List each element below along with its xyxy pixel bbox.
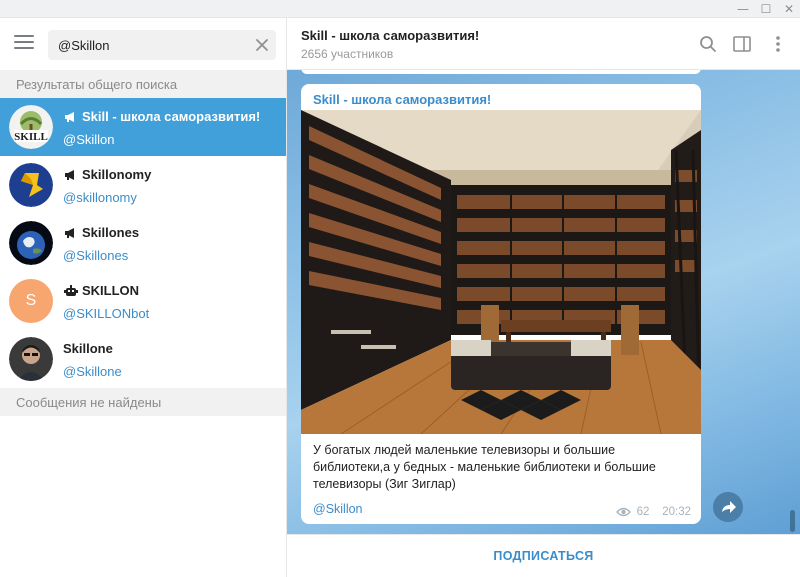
subscribe-button[interactable]: ПОДПИСАТЬСЯ xyxy=(287,535,800,577)
bot-icon xyxy=(64,285,78,296)
more-options-icon[interactable] xyxy=(767,33,789,55)
chat-member-count: 2656 участников xyxy=(301,47,394,61)
megaphone-icon xyxy=(65,112,74,122)
chat-title[interactable]: Skill - школа саморазвития! xyxy=(301,28,479,43)
sidebar-toggle-icon[interactable] xyxy=(731,33,753,55)
left-panel: Результаты общего поиска SKILL Skill - ш… xyxy=(0,18,287,577)
search-result-skillone[interactable]: Skillone @Skillone xyxy=(0,330,286,388)
share-forward-icon[interactable] xyxy=(713,492,743,522)
search-icon[interactable] xyxy=(697,33,719,55)
search-input[interactable] xyxy=(58,36,248,54)
post-time: 20:32 xyxy=(662,506,691,518)
global-results-header: Результаты общего поиска xyxy=(0,70,286,98)
search-result-skillon-bot[interactable]: S SKILLON @SKILLONbot xyxy=(0,272,286,330)
post-link[interactable]: @Skillon xyxy=(313,502,363,516)
person-photo-avatar xyxy=(9,337,53,381)
search-result-skillones[interactable]: Skillones @Skillones xyxy=(0,214,286,272)
library-room-photo[interactable] xyxy=(301,110,701,434)
letter-avatar: S xyxy=(9,279,53,323)
result-handle: @Skillone xyxy=(63,364,122,379)
messages-not-found-header: Сообщения не найдены xyxy=(0,388,286,416)
chat-scrollbar[interactable] xyxy=(790,510,795,532)
post-meta: 62 20:32 xyxy=(616,506,691,518)
views-eye-icon xyxy=(616,507,632,517)
clear-search-icon[interactable] xyxy=(252,35,272,55)
result-handle: @skillonomy xyxy=(63,190,137,205)
skill-logo-avatar: SKILL xyxy=(9,105,53,149)
result-handle: @Skillon xyxy=(63,132,115,147)
post-views: 62 xyxy=(636,506,650,518)
megaphone-icon xyxy=(65,170,74,180)
result-title: Skillonomy xyxy=(63,167,151,182)
post-text: У богатых людей маленькие телевизоры и б… xyxy=(313,443,656,491)
result-title: Skillone xyxy=(63,341,113,356)
channel-post[interactable]: Skill - школа саморазвития! У богатых лю… xyxy=(301,84,701,524)
result-title: SKILLON xyxy=(63,283,139,298)
result-title: Skill - школа саморазвития! xyxy=(63,109,260,124)
maximize-button[interactable]: ☐ xyxy=(758,2,774,16)
earth-avatar xyxy=(9,221,53,265)
minimize-button[interactable]: — xyxy=(735,2,751,16)
result-handle: @SKILLONbot xyxy=(63,306,150,321)
skillonomy-logo-avatar xyxy=(9,163,53,207)
result-handle: @Skillones xyxy=(63,248,129,263)
search-result-skill[interactable]: SKILL Skill - школа саморазвития! @Skill… xyxy=(0,98,286,156)
megaphone-icon xyxy=(65,228,74,238)
search-result-skillonomy[interactable]: Skillonomy @skillonomy xyxy=(0,156,286,214)
chat-messages-area[interactable]: Skill - школа саморазвития! У богатых лю… xyxy=(287,70,800,534)
chat-header: Skill - школа саморазвития! 2656 участни… xyxy=(287,18,800,70)
left-topbar xyxy=(0,18,286,70)
chat-footer: ПОДПИСАТЬСЯ xyxy=(287,534,800,577)
window-titlebar: — ☐ ✕ xyxy=(0,0,800,18)
close-window-button[interactable]: ✕ xyxy=(781,2,797,16)
chat-panel: Skill - школа саморазвития! 2656 участни… xyxy=(287,18,800,577)
previous-message-bubble xyxy=(301,70,701,74)
svg-text:SKILL: SKILL xyxy=(14,131,48,143)
result-title: Skillones xyxy=(63,225,139,240)
hamburger-menu-icon[interactable] xyxy=(14,35,34,53)
post-author[interactable]: Skill - школа саморазвития! xyxy=(313,92,491,107)
search-box xyxy=(48,30,276,60)
